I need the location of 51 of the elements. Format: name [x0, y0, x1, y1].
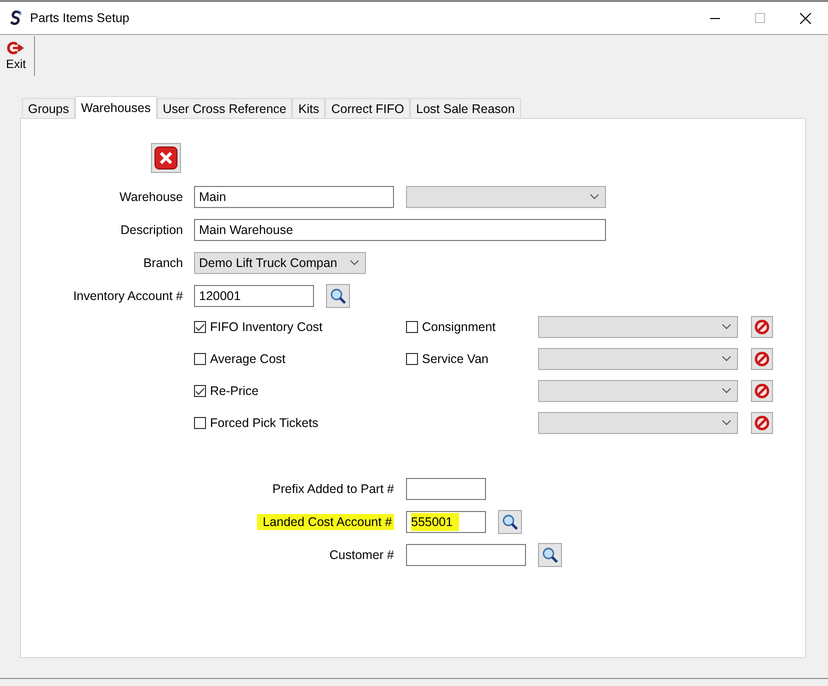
checkbox-label: Average Cost	[210, 352, 286, 366]
chevron-icon	[590, 194, 599, 200]
field-label: Landed Cost Account #	[256, 514, 394, 530]
warehouse-field[interactable]: Main	[194, 186, 394, 208]
field-label: Customer #	[329, 548, 394, 562]
tab[interactable]: User Cross Reference	[156, 98, 292, 118]
inventory-account-field[interactable]: 120001	[194, 285, 314, 307]
exit-icon	[7, 41, 25, 55]
checkbox[interactable]	[406, 321, 418, 333]
field-label: Branch	[142, 256, 183, 270]
field-label: Description	[119, 223, 183, 237]
window-title: Parts Items Setup	[30, 11, 130, 25]
checkbox-label: Re-Price	[210, 384, 259, 398]
checkbox[interactable]	[406, 353, 418, 365]
branch-dropdown[interactable]: Demo Lift Truck Compan	[194, 252, 366, 274]
tab[interactable]: Groups	[22, 98, 75, 118]
search-button[interactable]	[538, 543, 562, 567]
description-field[interactable]: Main Warehouse	[194, 219, 606, 241]
delete-button[interactable]	[151, 143, 181, 173]
checkbox[interactable]	[194, 321, 206, 333]
tab[interactable]: Lost Sale Reason	[410, 98, 521, 118]
chevron-icon	[722, 356, 731, 362]
checkbox[interactable]	[194, 385, 206, 397]
field-label: Inventory Account #	[72, 289, 183, 303]
checkbox-label: Consignment	[422, 320, 496, 334]
checkbox[interactable]	[194, 353, 206, 365]
chevron-icon	[722, 324, 731, 330]
chevron-icon	[350, 260, 359, 266]
search-button[interactable]	[326, 284, 350, 308]
checkbox-label: Service Van	[422, 352, 488, 366]
input-field[interactable]	[406, 544, 526, 566]
clear-button[interactable]	[751, 316, 773, 338]
chevron-icon	[722, 420, 731, 426]
field-label: Prefix Added to Part #	[272, 482, 394, 496]
checkbox[interactable]	[194, 417, 206, 429]
checkbox-label: Forced Pick Tickets	[210, 416, 318, 430]
input-field[interactable]	[406, 478, 486, 500]
clear-button[interactable]	[751, 348, 773, 370]
input-field[interactable]: 555001	[406, 511, 486, 533]
search-button[interactable]	[498, 510, 522, 534]
exit-button[interactable]: Exit	[4, 41, 28, 71]
clear-button[interactable]	[751, 380, 773, 402]
tab[interactable]: Warehouses	[75, 96, 157, 119]
field-label: Warehouse	[118, 190, 183, 204]
checkbox-label: FIFO Inventory Cost	[210, 320, 323, 334]
chevron-icon	[722, 388, 731, 394]
clear-button[interactable]	[751, 412, 773, 434]
app-logo-icon	[9, 10, 23, 26]
tab[interactable]: Kits	[292, 98, 326, 118]
tab[interactable]: Correct FIFO	[325, 98, 410, 118]
close-icon[interactable]	[800, 12, 811, 24]
